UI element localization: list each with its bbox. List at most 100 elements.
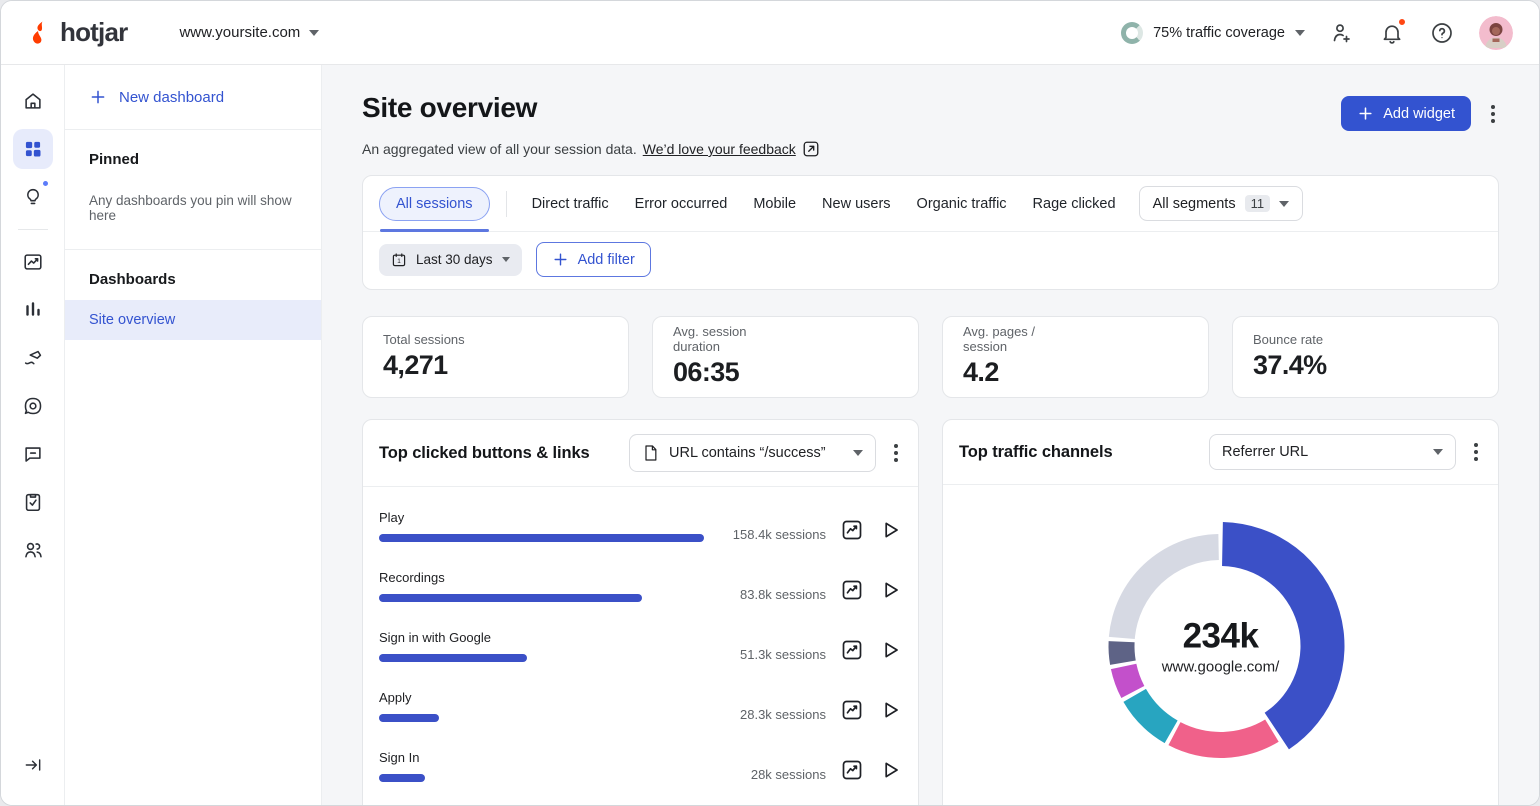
feedback-link[interactable]: We’d love your feedback: [643, 141, 796, 157]
view-metric-button[interactable]: [840, 518, 864, 542]
donut-center-label: www.google.com/: [1162, 659, 1280, 676]
view-metric-button[interactable]: [840, 638, 864, 662]
segment-tab-direct-traffic[interactable]: Direct traffic: [519, 188, 622, 220]
sidebar-item-home[interactable]: [13, 81, 53, 121]
funnels-bars-icon: [22, 299, 44, 321]
metric-trend-icon: [840, 518, 864, 542]
clicked-row-play: Play 158.4k sessions: [379, 495, 902, 555]
segment-tab-rage-clicked[interactable]: Rage clicked: [1020, 188, 1129, 220]
clicked-filter-dropdown[interactable]: URL contains “/success”: [629, 434, 876, 472]
metric-trend-icon: [840, 758, 864, 782]
sidebar-item-journeys[interactable]: [13, 338, 53, 378]
clicked-label: Sign in with Google: [379, 630, 704, 645]
segment-tab-organic-traffic[interactable]: Organic traffic: [904, 188, 1020, 220]
widget-top-traffic: Top traffic channels Referrer URL 234k w…: [942, 419, 1499, 805]
invite-teammate-button[interactable]: [1329, 20, 1355, 46]
stat-card-avg-session-duration[interactable]: Avg. session duration 06:35: [652, 316, 919, 398]
view-metric-button[interactable]: [840, 698, 864, 722]
clicked-bar[interactable]: [379, 714, 439, 722]
page-kebab-menu[interactable]: [1487, 101, 1499, 127]
segment-tab-new-users[interactable]: New users: [809, 188, 904, 220]
segment-tab-mobile[interactable]: Mobile: [740, 188, 809, 220]
play-recordings-button[interactable]: [878, 698, 902, 722]
filter-row: 1 Last 30 days Add filter: [363, 232, 1498, 289]
stat-value: 37.4%: [1253, 350, 1327, 381]
clicked-row-sign-in-with-google: Sign in with Google 51.3k sessions: [379, 615, 902, 675]
traffic-coverage-dropdown[interactable]: 75% traffic coverage: [1121, 22, 1305, 44]
stat-card-avg-pages-session[interactable]: Avg. pages / session 4.2: [942, 316, 1209, 398]
clicked-sessions-value: 158.4k sessions: [718, 527, 826, 542]
clicked-bar[interactable]: [379, 774, 425, 782]
clicked-sessions-value: 51.3k sessions: [718, 647, 826, 662]
date-range-dropdown[interactable]: 1 Last 30 days: [379, 244, 522, 276]
sidebar-item-trends[interactable]: [13, 242, 53, 282]
dashboard-item-site-overview[interactable]: Site overview: [65, 300, 321, 340]
play-recordings-button[interactable]: [878, 638, 902, 662]
clicked-row-apply: Apply 28.3k sessions: [379, 675, 902, 735]
topbar: hotjar www.yoursite.com 75% traffic cove…: [1, 1, 1539, 65]
segment-divider: [506, 191, 507, 217]
clicked-label: Play: [379, 510, 704, 525]
sidebar-item-surveys[interactable]: [13, 482, 53, 522]
play-recordings-button[interactable]: [878, 758, 902, 782]
heatmaps-icon: [22, 395, 44, 417]
view-metric-button[interactable]: [840, 758, 864, 782]
external-link-icon[interactable]: [802, 140, 820, 158]
donut-center-value: 234k: [1162, 617, 1280, 657]
clicked-bar[interactable]: [379, 654, 527, 662]
dashboards-panel: New dashboard Pinned Any dashboards you …: [65, 65, 322, 805]
traffic-coverage-label: 75% traffic coverage: [1153, 25, 1285, 41]
sidebar-item-interviews[interactable]: [13, 530, 53, 570]
sidebar-item-suggestions[interactable]: [13, 177, 53, 217]
widget-kebab-menu[interactable]: [1470, 439, 1482, 465]
sidebar-item-funnels[interactable]: [13, 290, 53, 330]
sparkline-chart: [1366, 336, 1478, 376]
calendar-icon: 1: [391, 252, 407, 268]
donut-segment[interactable]: [1123, 689, 1177, 743]
sidebar-item-feedback[interactable]: [13, 434, 53, 474]
clicked-bar[interactable]: [379, 594, 642, 602]
traffic-donut-chart: 234k www.google.com/: [943, 495, 1498, 805]
stat-label: Total sessions: [383, 332, 465, 347]
sidebar-item-dashboards[interactable]: [13, 129, 53, 169]
dashboards-section-title: Dashboards: [89, 271, 297, 288]
widget-kebab-menu[interactable]: [890, 440, 902, 466]
sidebar-item-heatmaps[interactable]: [13, 386, 53, 426]
clicked-sessions-value: 83.8k sessions: [718, 587, 826, 602]
surveys-clipboard-icon: [22, 491, 44, 513]
help-button[interactable]: [1429, 20, 1455, 46]
sidebar-expand-button[interactable]: [13, 745, 53, 785]
clicked-bar[interactable]: [379, 534, 704, 542]
stat-card-bounce-rate[interactable]: Bounce rate 37.4%: [1232, 316, 1499, 398]
donut-segment[interactable]: [1168, 719, 1278, 758]
donut-segment[interactable]: [1109, 641, 1136, 665]
stat-value: 4,271: [383, 350, 465, 381]
stat-card-total-sessions[interactable]: Total sessions 4,271: [362, 316, 629, 398]
page-subtitle: An aggregated view of all your session d…: [362, 141, 637, 157]
all-segments-label: All segments: [1153, 196, 1236, 212]
date-range-label: Last 30 days: [416, 252, 493, 267]
widget-top-clicked: Top clicked buttons & links URL contains…: [362, 419, 919, 805]
segment-tab-all-sessions[interactable]: All sessions: [379, 187, 490, 221]
coverage-ring-icon: [1121, 22, 1143, 44]
site-selector-dropdown[interactable]: www.yoursite.com: [179, 24, 319, 41]
filter-card: All sessions Direct trafficError occurred…: [362, 175, 1499, 290]
play-recordings-button[interactable]: [878, 518, 902, 542]
all-segments-dropdown[interactable]: All segments 11: [1139, 186, 1304, 221]
play-recordings-button[interactable]: [878, 578, 902, 602]
user-avatar[interactable]: [1479, 16, 1513, 50]
segment-tab-error-occurred[interactable]: Error occurred: [622, 188, 741, 220]
chevron-down-icon: [1279, 201, 1289, 207]
hotjar-logo[interactable]: hotjar: [29, 17, 127, 48]
chevron-down-icon: [1295, 30, 1305, 36]
add-filter-button[interactable]: Add filter: [536, 242, 651, 277]
view-metric-button[interactable]: [840, 578, 864, 602]
clicked-label: Sign In: [379, 750, 704, 765]
notifications-button[interactable]: [1379, 20, 1405, 46]
chevron-down-icon: [853, 450, 863, 456]
traffic-filter-dropdown[interactable]: Referrer URL: [1209, 434, 1456, 470]
sparkline-chart: [1079, 336, 1188, 376]
new-dashboard-button[interactable]: New dashboard: [65, 65, 321, 130]
home-icon: [22, 90, 44, 112]
add-widget-button[interactable]: Add widget: [1341, 96, 1471, 131]
